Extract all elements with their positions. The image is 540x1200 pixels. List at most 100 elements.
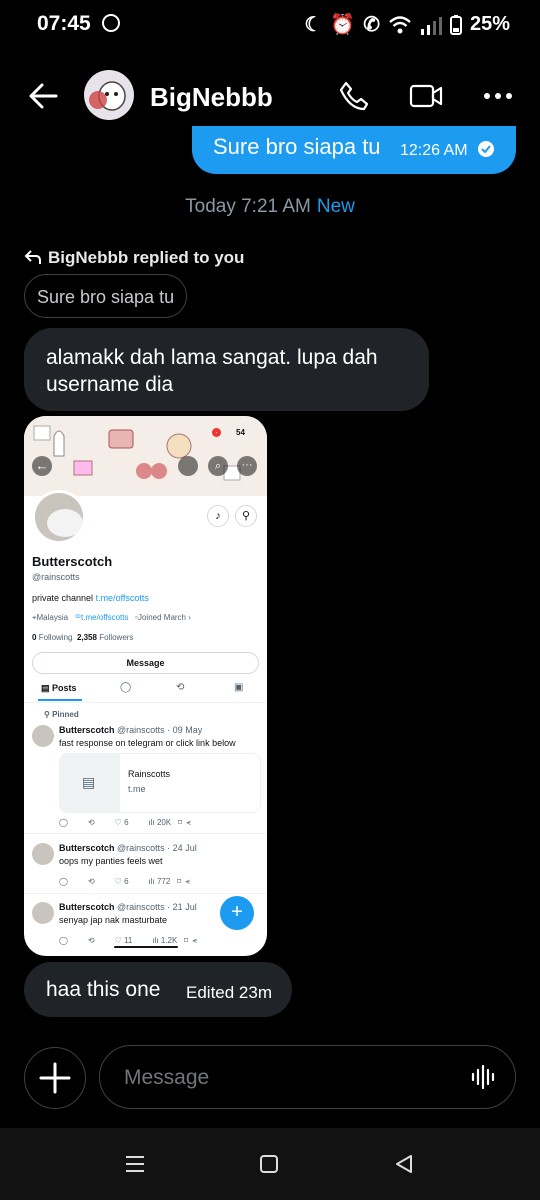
add-attachment-button[interactable] bbox=[24, 1047, 86, 1109]
post-meta: @rainscotts · 09 May bbox=[117, 725, 203, 735]
bio-link: t.me/offscotts bbox=[95, 593, 149, 603]
post-text: fast response on telegram or click link … bbox=[59, 738, 236, 748]
following-count: 0 bbox=[32, 633, 37, 642]
battery-percent: 25% bbox=[469, 13, 510, 35]
outgoing-message-text: Sure bro siapa tu bbox=[213, 134, 381, 159]
more-options-icon[interactable] bbox=[483, 92, 513, 100]
shared-image[interactable]: ← ⌕ ··· · 54 ♪ ⚲ Butterscotch @rainscott… bbox=[24, 416, 267, 956]
contact-name[interactable]: BigNebbb bbox=[150, 82, 273, 113]
post-author: Butterscotch bbox=[59, 843, 115, 853]
post-text: senyap jap nak masturbate bbox=[59, 915, 168, 925]
post-author: Butterscotch bbox=[59, 902, 115, 912]
back-arrow-icon[interactable] bbox=[28, 82, 58, 110]
post-header: Butterscotch @rainscotts · 09 May bbox=[59, 725, 202, 735]
post-avatar bbox=[32, 843, 54, 865]
banner-badge-dot: · bbox=[212, 428, 221, 437]
followers-count: 2,358 bbox=[76, 633, 97, 642]
inner-grok-icon bbox=[178, 456, 198, 476]
link-card: ▤ Rainscotts t.me bbox=[59, 753, 261, 813]
inner-message-button: Message bbox=[32, 652, 259, 674]
profile-bio: private channel t.me/offscotts bbox=[32, 593, 149, 603]
post-actions: ◯ ⟲ ♡ 6 ılı 772 ⌑ ⪪ bbox=[59, 877, 191, 886]
day-separator: Today 7:21 AM New bbox=[0, 196, 540, 218]
edited-label: Edited 23m bbox=[186, 983, 272, 1002]
post-likes: 6 bbox=[124, 818, 129, 827]
pinned-label: ⚲ Pinned bbox=[44, 710, 79, 719]
post-actions: ◯ ⟲ ♡ 6 ılı 20K ⌑ ⪪ bbox=[59, 818, 191, 827]
video-call-icon[interactable] bbox=[409, 82, 443, 110]
profile-meta: ⌖Malaysia ⚭t.me/offscotts ▫Joined March … bbox=[32, 613, 191, 622]
pinned-text: Pinned bbox=[52, 710, 79, 719]
post-views: 20K bbox=[156, 818, 172, 827]
signal-icon bbox=[420, 16, 442, 35]
status-time: 07:45 bbox=[37, 12, 91, 35]
post-text: oops my panties feels wet bbox=[59, 856, 163, 866]
post-likes: 6 bbox=[124, 877, 129, 886]
tab-divider bbox=[24, 702, 267, 703]
article-icon: ▤ bbox=[82, 774, 96, 790]
alarm-icon: ⏰ bbox=[330, 14, 356, 36]
replies-tab-icon: ◯ bbox=[120, 682, 132, 693]
post-avatar bbox=[32, 725, 54, 747]
post-views: 1.2K bbox=[160, 936, 178, 945]
quoted-message[interactable]: Sure bro siapa tu bbox=[24, 274, 188, 318]
reposts-tab-icon: ⟲ bbox=[176, 682, 185, 693]
post-actions: ◯ ⟲ ♡ 11 ılı 1.2K ⌑ ⪪ bbox=[59, 936, 198, 945]
banner-badge: 54 bbox=[236, 428, 245, 437]
inner-more-icon: ··· bbox=[237, 456, 257, 476]
post-views: 772 bbox=[156, 877, 171, 886]
post-header: Butterscotch @rainscotts · 24 Jul bbox=[59, 843, 197, 853]
phone-call-icon[interactable] bbox=[338, 80, 370, 112]
home-indicator bbox=[114, 946, 178, 948]
profile-joined: Joined March bbox=[137, 613, 187, 622]
profile-location: Malaysia bbox=[36, 613, 69, 622]
outgoing-message-time: 12:26 AM bbox=[400, 142, 468, 159]
moon-icon: ☾ bbox=[304, 14, 323, 36]
new-label: New bbox=[316, 196, 355, 217]
tab-posts: ▤ Posts bbox=[41, 683, 77, 694]
inner-search-icon: ⌕ bbox=[208, 456, 228, 476]
message-placeholder: Message bbox=[124, 1066, 210, 1089]
link-card-title: Rainscotts bbox=[128, 769, 171, 779]
posts-tab-icon: ▤ bbox=[41, 683, 50, 693]
post-divider bbox=[24, 833, 267, 834]
inner-back-icon: ← bbox=[32, 456, 52, 476]
post-meta: @rainscotts · 24 Jul bbox=[117, 843, 197, 853]
battery-icon bbox=[449, 14, 462, 35]
profile-banner bbox=[24, 416, 267, 496]
chat-notification-icon bbox=[102, 14, 120, 32]
day-separator-label: Today 7:21 AM bbox=[185, 196, 311, 217]
reply-icon bbox=[24, 250, 41, 264]
follow-counts: 0 Following 2,358 Followers bbox=[32, 633, 133, 642]
pin-icon: ⚲ bbox=[44, 710, 50, 719]
home-icon[interactable] bbox=[259, 1154, 279, 1174]
media-tab-icon: ▣ bbox=[234, 682, 244, 693]
wifi-call-icon: ✆ bbox=[363, 14, 380, 36]
post-divider bbox=[24, 893, 267, 894]
compose-fab-icon: + bbox=[220, 896, 254, 930]
status-icons: ☾ ⏰ ✆ 25% bbox=[304, 12, 510, 37]
profile-handle: @rainscotts bbox=[32, 572, 80, 582]
recents-icon[interactable] bbox=[124, 1155, 146, 1173]
post-meta: @rainscotts · 21 Jul bbox=[117, 902, 197, 912]
post-author: Butterscotch bbox=[59, 725, 115, 735]
voice-message-icon[interactable] bbox=[470, 1064, 496, 1090]
following-label: Following bbox=[38, 633, 73, 642]
post-header: Butterscotch @rainscotts · 21 Jul bbox=[59, 902, 197, 912]
profile-name: Butterscotch bbox=[32, 554, 113, 569]
incoming-message-text: alamakk dah lama sangat. lupa dah userna… bbox=[46, 346, 378, 396]
tab-posts-label: Posts bbox=[52, 683, 77, 693]
followers-label: Followers bbox=[99, 633, 134, 642]
replied-label: BigNebbb replied to you bbox=[48, 248, 245, 267]
avatar[interactable] bbox=[84, 70, 134, 120]
link-card-url: t.me bbox=[128, 784, 146, 794]
incoming-message-text: haa this one bbox=[46, 978, 161, 1001]
follow-user-icon: ⚲ bbox=[235, 505, 257, 527]
post-likes: 11 bbox=[124, 936, 133, 945]
wifi-icon bbox=[389, 15, 411, 33]
profile-avatar bbox=[32, 490, 86, 544]
tab-indicator bbox=[38, 699, 82, 701]
plus-icon bbox=[39, 1062, 71, 1094]
back-nav-icon[interactable] bbox=[393, 1153, 415, 1175]
profile-link: t.me/offscotts bbox=[81, 613, 129, 622]
